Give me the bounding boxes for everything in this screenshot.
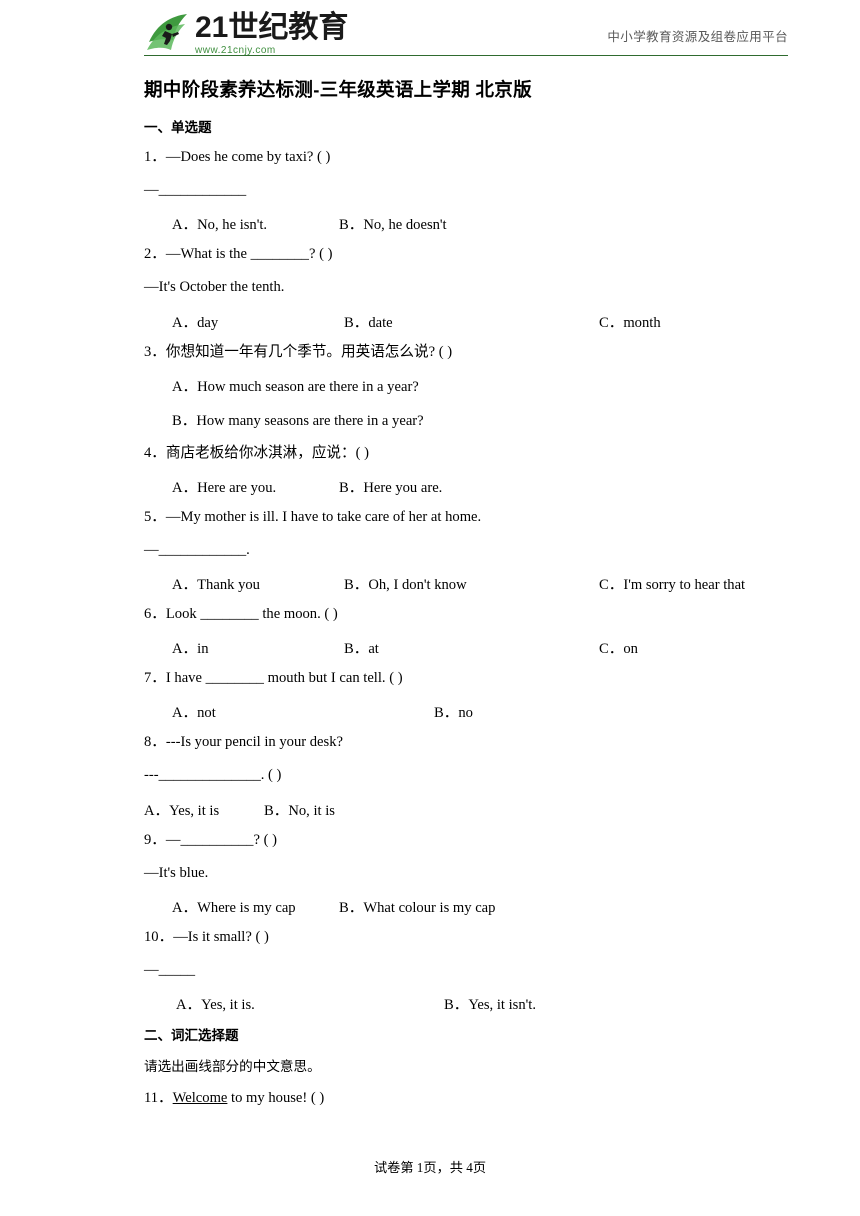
page-title: 期中阶段素养达标测-三年级英语上学期 北京版	[144, 79, 532, 100]
document-page: 21世纪教育 www.21cnjy.com 中小学教育资源及组卷应用平台 期中阶…	[0, 0, 860, 1216]
question-2-continuation: —It's October the tenth.	[144, 279, 285, 296]
question-10-option-b[interactable]: B．Yes, it isn't.	[444, 993, 536, 1014]
site-logo: 21世纪教育 www.21cnjy.com	[145, 12, 348, 56]
question-9-option-a[interactable]: A．Where is my cap	[172, 896, 296, 917]
question-2-option-a[interactable]: A．day	[172, 311, 218, 332]
question-6-option-b[interactable]: B．at	[344, 637, 379, 658]
question-3-option-a[interactable]: A．How much season are there in a year?	[172, 375, 788, 396]
question-9-stem: 9．—__________? ( )	[144, 831, 277, 848]
question-4-option-a[interactable]: A．Here are you.	[172, 476, 276, 497]
question-4-options: A．Here are you. B．Here you are.	[144, 476, 788, 497]
question-7-option-a[interactable]: A．not	[172, 701, 216, 722]
question-8-option-a[interactable]: A．Yes, it is	[144, 799, 219, 820]
question-6-options: A．in B．at C．on	[144, 637, 788, 658]
section-heading-2: 二、词汇选择题	[144, 1028, 239, 1043]
section-heading-1: 一、单选题	[144, 120, 212, 135]
question-11-stem: 11．Welcome to my house! ( )	[144, 1088, 788, 1108]
question-9-continuation: —It's blue.	[144, 864, 209, 881]
question-10-option-a[interactable]: A．Yes, it is.	[176, 993, 255, 1014]
question-11-instruction: 请选出画线部分的中文意思。	[144, 1059, 321, 1074]
question-9-options: A．Where is my cap B．What colour is my ca…	[144, 896, 788, 917]
question-10-options: A．Yes, it is. B．Yes, it isn't.	[144, 993, 788, 1014]
question-5-option-b[interactable]: B．Oh, I don't know	[344, 573, 467, 594]
question-2-stem: 2．—What is the ________? ( )	[144, 246, 333, 263]
question-3-options: A．How much season are there in a year? B…	[144, 375, 788, 430]
question-11-underlined-word: Welcome	[172, 1090, 228, 1106]
question-8-option-b[interactable]: B．No, it is	[264, 799, 335, 820]
question-1-options: A．No, he isn't. B．No, he doesn't	[144, 213, 788, 234]
question-3-stem: 3．你想知道一年有几个季节。用英语怎么说? ( )	[144, 343, 453, 360]
question-3-option-b[interactable]: B．How many seasons are there in a year?	[172, 409, 788, 430]
logo-url-text: www.21cnjy.com	[195, 44, 276, 56]
document-content: 期中阶段素养达标测-三年级英语上学期 北京版 一、单选题 1．—Does he …	[0, 76, 860, 1108]
question-11-stem-suffix: to my house! ( )	[227, 1090, 325, 1106]
question-2-option-b[interactable]: B．date	[344, 311, 393, 332]
question-2-options: A．day B．date C．month	[144, 311, 788, 332]
question-5-options: A．Thank you B．Oh, I don't know C．I'm sor…	[144, 573, 788, 594]
logo-text: 21世纪教育 www.21cnjy.com	[195, 10, 349, 56]
question-10-stem: 10．—Is it small? ( )	[144, 928, 269, 945]
question-5-continuation: —____________.	[144, 541, 250, 558]
question-8-stem: 8．---Is your pencil in your desk?	[144, 734, 343, 751]
question-7-options: A．not B．no	[144, 701, 788, 722]
question-8-options: A．Yes, it is B．No, it is	[144, 799, 788, 820]
question-1-stem: 1．—Does he come by taxi? ( )	[144, 149, 331, 165]
question-11-number: 11．	[144, 1090, 173, 1106]
question-5-option-c[interactable]: C．I'm sorry to hear that	[599, 573, 745, 594]
question-6-stem: 6．Look ________ the moon. ( )	[144, 606, 338, 622]
question-9-option-b[interactable]: B．What colour is my cap	[339, 896, 495, 917]
question-10-continuation: —_____	[144, 961, 196, 978]
question-6-option-c[interactable]: C．on	[599, 637, 638, 658]
question-8-continuation: ---______________. ( )	[144, 767, 282, 784]
running-person-logo-icon	[145, 12, 191, 56]
question-4-option-b[interactable]: B．Here you are.	[339, 476, 442, 497]
question-2-option-c[interactable]: C．month	[599, 311, 661, 332]
logo-main-text: 21世纪教育	[195, 10, 349, 44]
question-1-continuation: —____________	[144, 182, 247, 199]
question-6-option-a[interactable]: A．in	[172, 637, 209, 658]
question-1-option-b[interactable]: B．No, he doesn't	[339, 213, 447, 234]
question-5-option-a[interactable]: A．Thank you	[172, 573, 260, 594]
question-4-stem: 4．商店老板给你冰淇淋，应说：( )	[144, 444, 369, 461]
page-header: 21世纪教育 www.21cnjy.com 中小学教育资源及组卷应用平台	[0, 0, 860, 56]
page-footer: 试卷第 1页，共 4页	[373, 1160, 487, 1175]
question-5-stem: 5．—My mother is ill. I have to take care…	[144, 508, 482, 525]
question-7-stem: 7．I have ________ mouth but I can tell. …	[144, 670, 403, 687]
header-tagline: 中小学教育资源及组卷应用平台	[607, 30, 788, 44]
question-7-option-b[interactable]: B．no	[434, 701, 473, 722]
question-1-option-a[interactable]: A．No, he isn't.	[172, 213, 267, 234]
header-divider	[144, 55, 788, 56]
